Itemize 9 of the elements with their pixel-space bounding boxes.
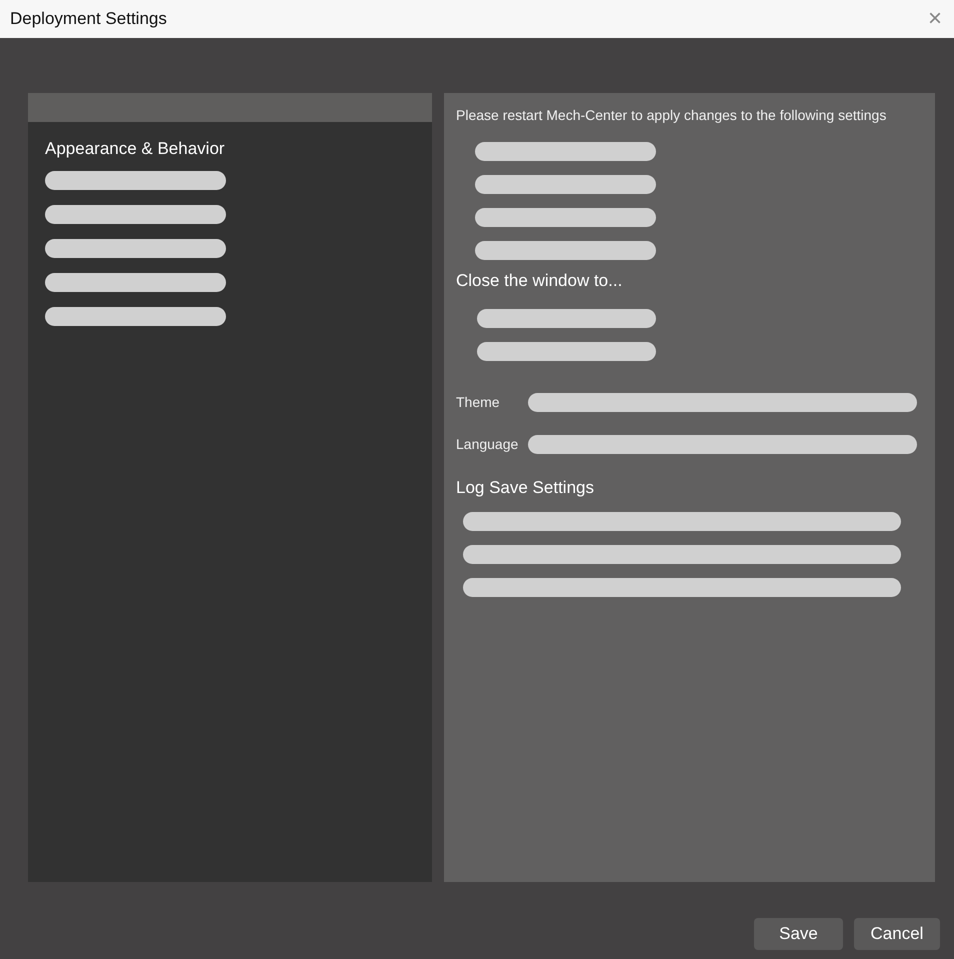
cancel-button[interactable]: Cancel	[854, 918, 940, 950]
sidebar-heading: Appearance & Behavior	[45, 138, 226, 160]
field-label: Language	[456, 434, 520, 454]
section-heading: Close the window to...	[456, 270, 624, 292]
section-heading: Log Save Settings	[456, 476, 595, 498]
window-title: Deployment Settings	[10, 8, 167, 30]
save-button[interactable]: Save	[754, 918, 843, 950]
restart-notice: Please restart Mech-Center to apply changes to the following settings	[456, 106, 888, 125]
field-label: Theme	[456, 392, 501, 412]
